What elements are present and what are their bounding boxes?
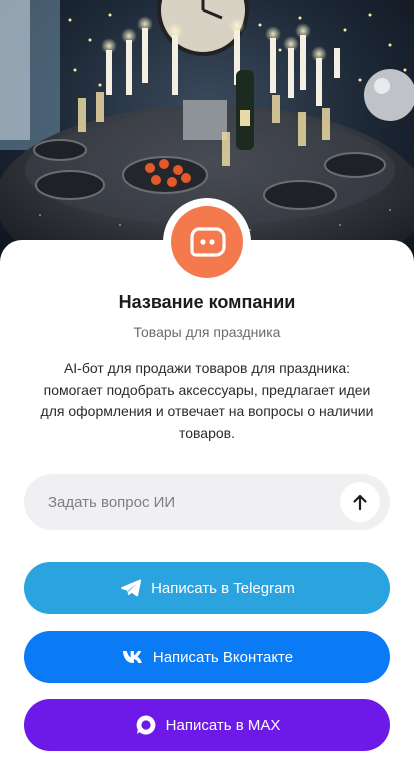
telegram-icon [119,576,143,600]
telegram-button-label: Написать в Telegram [151,579,295,597]
company-subtitle: Товары для праздника [133,324,281,340]
vk-button-label: Написать Вконтакте [152,648,294,666]
chat-bot-icon [190,227,226,257]
ask-ai-input[interactable] [48,474,348,530]
company-name: Название компании [118,292,296,312]
send-button[interactable] [340,482,380,522]
max-icon [134,713,158,737]
vk-button[interactable]: Написать Вконтакте [24,631,390,683]
company-description: AI-бот для продажи товаров для праздника… [40,360,374,441]
ask-ai-box [24,474,390,530]
avatar [171,206,243,278]
max-button-label: Написать в MAX [165,716,281,734]
arrow-up-icon [353,494,367,511]
max-button[interactable]: Написать в MAX [24,699,390,751]
vk-icon [121,645,145,669]
telegram-button[interactable]: Написать в Telegram [24,562,390,614]
